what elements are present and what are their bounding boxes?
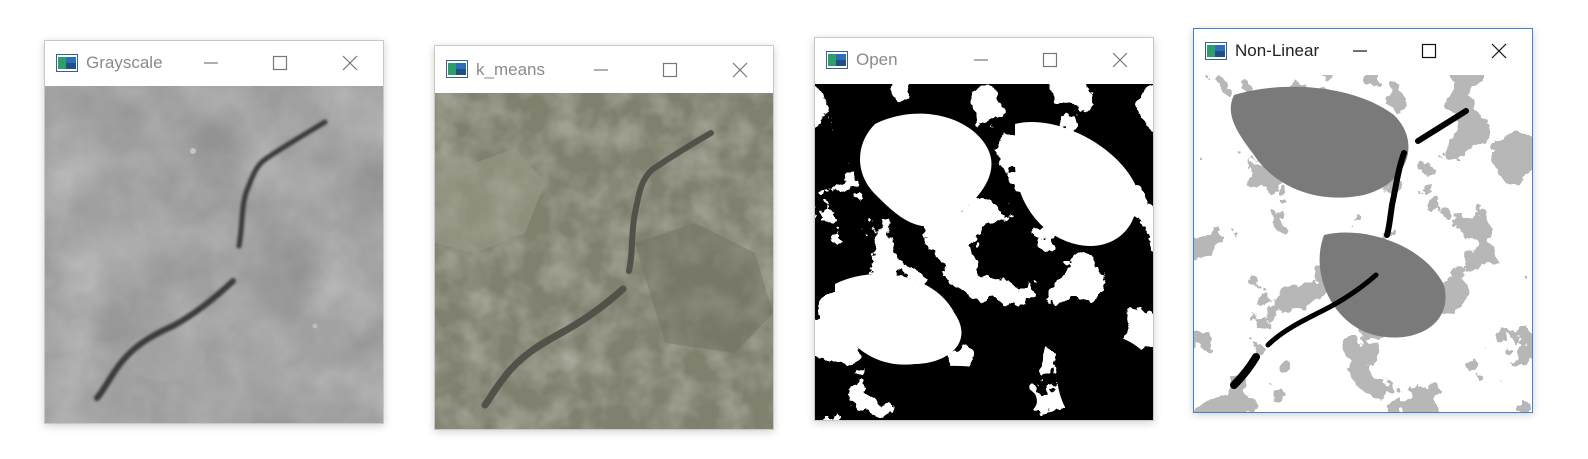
- title-bar[interactable]: Grayscale: [45, 41, 383, 86]
- minimize-icon: [594, 69, 608, 71]
- image-canvas[interactable]: [1194, 75, 1532, 412]
- opencv-window-icon: [446, 60, 468, 78]
- close-icon: [1491, 43, 1507, 59]
- window-non-linear[interactable]: Non-Linear: [1193, 28, 1533, 413]
- window-title: Open: [856, 50, 898, 69]
- window-open[interactable]: Open: [814, 37, 1154, 421]
- close-button[interactable]: [726, 57, 754, 83]
- close-icon: [732, 62, 748, 78]
- window-k-means[interactable]: k_means: [434, 45, 774, 430]
- maximize-button[interactable]: [266, 50, 294, 76]
- morphological-open-image: [815, 84, 1153, 420]
- opencv-window-icon: [56, 54, 78, 72]
- opencv-window-icon: [826, 51, 848, 69]
- window-grayscale[interactable]: Grayscale: [44, 40, 384, 424]
- window-title: Non-Linear: [1235, 41, 1320, 60]
- grayscale-crack-image: [45, 86, 383, 423]
- title-bar[interactable]: k_means: [435, 46, 773, 93]
- maximize-button[interactable]: [1036, 47, 1064, 73]
- maximize-button[interactable]: [656, 57, 684, 83]
- opencv-window-icon: [1205, 42, 1227, 60]
- window-title: k_means: [476, 60, 545, 79]
- minimize-icon: [1353, 50, 1367, 52]
- title-bar[interactable]: Open: [815, 38, 1153, 84]
- close-button[interactable]: [1485, 38, 1513, 64]
- maximize-icon: [662, 62, 678, 78]
- desktop: { "windows": [ { "id": "grayscale", "tit…: [0, 0, 1588, 459]
- close-button[interactable]: [336, 50, 364, 76]
- close-icon: [1112, 52, 1128, 68]
- non-linear-filtered-image: [1194, 75, 1532, 412]
- minimize-icon: [974, 59, 988, 61]
- minimize-button[interactable]: [1346, 38, 1374, 64]
- minimize-icon: [204, 62, 218, 64]
- image-canvas[interactable]: [815, 84, 1153, 420]
- minimize-button[interactable]: [587, 57, 615, 83]
- maximize-icon: [1042, 52, 1058, 68]
- close-icon: [342, 55, 358, 71]
- k-means-segmented-image: [435, 93, 773, 429]
- close-button[interactable]: [1106, 47, 1134, 73]
- image-canvas[interactable]: [45, 86, 383, 423]
- title-bar[interactable]: Non-Linear: [1194, 29, 1532, 75]
- maximize-button[interactable]: [1415, 38, 1443, 64]
- maximize-icon: [272, 55, 288, 71]
- minimize-button[interactable]: [197, 50, 225, 76]
- window-title: Grayscale: [86, 53, 163, 72]
- maximize-icon: [1421, 43, 1437, 59]
- minimize-button[interactable]: [967, 47, 995, 73]
- image-canvas[interactable]: [435, 93, 773, 429]
